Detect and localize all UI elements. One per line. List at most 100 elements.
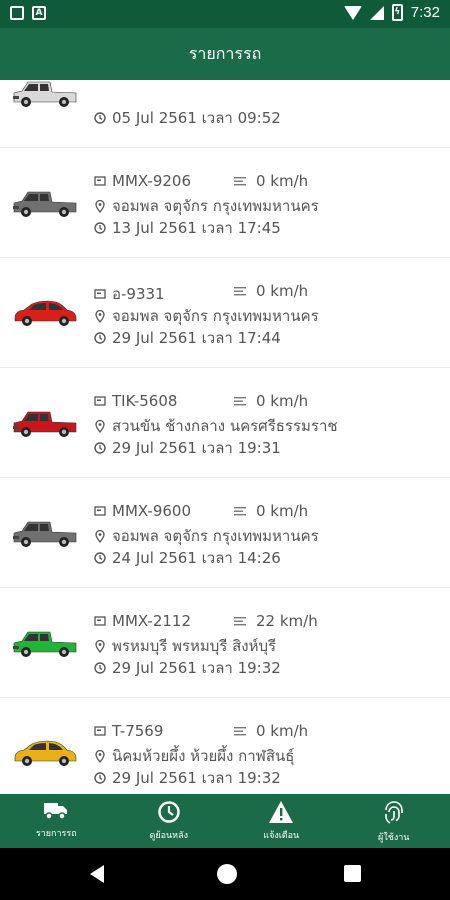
datetime-row: 29 Jul 2561 เวลา 19:32 <box>94 766 281 790</box>
vehicle-plate: MMX-9206 <box>112 172 191 190</box>
nav-label: ดูย้อนหลัง <box>149 831 189 841</box>
location-row: พรหมบุรี พรหมบุรี สิงห์บุรี <box>94 634 276 658</box>
recents-icon[interactable] <box>344 865 361 882</box>
speed-icon <box>234 722 246 740</box>
back-icon[interactable] <box>90 865 104 883</box>
speed-row: 0 km/h <box>234 392 308 410</box>
car-icon <box>13 631 77 657</box>
vehicle-plate: T-7569 <box>112 722 164 740</box>
datetime-row: 13 Jul 2561 เวลา 17:45 <box>94 216 281 240</box>
car-icon <box>13 191 77 217</box>
plate-icon <box>94 288 106 300</box>
speed-row: 0 km/h <box>234 722 308 740</box>
vehicle-plate: MMX-2112 <box>112 612 191 630</box>
clock-time: 7:32 <box>410 4 440 21</box>
vehicle-speed: 0 km/h <box>256 722 309 740</box>
speed-icon <box>234 172 246 190</box>
home-icon[interactable] <box>217 864 237 884</box>
speed-row: 0 km/h <box>234 172 308 190</box>
vehicle-location: พรหมบุรี พรหมบุรี สิงห์บุรี <box>112 637 277 655</box>
speed-icon <box>234 282 246 300</box>
plate-icon <box>94 395 106 407</box>
vehicle-plate: TIK-5608 <box>112 392 178 410</box>
location-pin-icon <box>94 639 106 653</box>
truck-icon <box>44 803 68 820</box>
location-pin-icon <box>94 309 106 323</box>
warning-icon <box>269 801 294 823</box>
vehicle-list[interactable]: 05 Jul 2561 เวลา 09:52 MMX-9206 0 km/h จอมพ… <box>0 80 450 794</box>
vehicle-card[interactable]: TIK-5608 0 km/h สวนขัน ช้างกลาง นครศรีธรรม… <box>0 368 450 478</box>
nav-label: แจ้งเตือน <box>263 831 300 841</box>
location-pin-icon <box>94 529 106 543</box>
speed-row: 0 km/h <box>234 502 308 520</box>
datetime-row: 29 Jul 2561 เวลา 19:31 <box>94 436 281 460</box>
vehicle-datetime: 29 Jul 2561 เวลา 19:31 <box>112 439 281 457</box>
plate-icon <box>94 175 106 187</box>
vehicle-card[interactable]: 05 Jul 2561 เวลา 09:52 <box>0 80 450 148</box>
plate-icon <box>94 505 106 517</box>
vehicle-location: นิคมห้วยผึ้ง ห้วยผึ้ง กาฬสินธุ์ <box>112 747 295 765</box>
time-icon <box>94 772 106 784</box>
app-bar: รายการรถ <box>0 28 450 80</box>
speed-row: 0 km/h <box>234 282 308 300</box>
vehicle-speed: 22 km/h <box>256 612 318 630</box>
clock-icon <box>158 801 180 823</box>
vehicle-datetime: 29 Jul 2561 เวลา 19:32 <box>112 769 281 787</box>
plate-row: TIK-5608 <box>94 392 177 410</box>
plate-row: อ-9331 <box>94 282 165 306</box>
datetime-row: 05 Jul 2561 เวลา 09:52 <box>94 106 281 130</box>
location-row: นิคมห้วยผึ้ง ห้วยผึ้ง กาฬสินธุ์ <box>94 744 294 768</box>
app-notification-icon: A <box>32 6 46 20</box>
vehicle-speed: 0 km/h <box>256 282 309 300</box>
sim-notification-icon <box>10 6 24 20</box>
speed-row: 22 km/h <box>234 612 318 630</box>
location-row: จอมพล จตุจักร กรุงเทพมหานคร <box>94 304 319 328</box>
plate-row: T-7569 <box>94 722 163 740</box>
plate-icon <box>94 725 106 737</box>
nav-item-vehicles[interactable]: รายการรถ <box>0 794 113 848</box>
vehicle-card[interactable]: MMX-9206 0 km/h จอมพล จตุจักร กรุงเทพมหานค… <box>0 148 450 258</box>
location-row: จอมพล จตุจักร กรุงเทพมหานคร <box>94 524 319 548</box>
nav-item-alerts[interactable]: แจ้งเตือน <box>225 794 338 848</box>
vehicle-card[interactable]: MMX-9600 0 km/h จอมพล จตุจักร กรุงเทพมหานค… <box>0 478 450 588</box>
datetime-row: 29 Jul 2561 เวลา 17:44 <box>94 326 281 350</box>
time-icon <box>94 112 106 124</box>
bottom-navigation: รายการรถ ดูย้อนหลัง แจ้งเตือน ผู้ใช้งาน <box>0 794 450 848</box>
vehicle-datetime: 24 Jul 2561 เวลา 14:26 <box>112 549 281 567</box>
time-icon <box>94 332 106 344</box>
time-icon <box>94 552 106 564</box>
nav-item-user[interactable]: ผู้ใช้งาน <box>338 794 450 848</box>
car-icon <box>14 300 77 326</box>
location-pin-icon <box>94 419 106 433</box>
speed-icon <box>234 502 246 520</box>
vehicle-datetime: 05 Jul 2561 เวลา 09:52 <box>112 109 281 127</box>
nav-label: ผู้ใช้งาน <box>378 833 410 843</box>
page-title: รายการรถ <box>188 44 262 63</box>
system-navigation-bar <box>0 848 450 900</box>
vehicle-location: จอมพล จตุจักร กรุงเทพมหานคร <box>112 197 319 215</box>
datetime-row: 29 Jul 2561 เวลา 19:32 <box>94 656 281 680</box>
vehicle-location: สวนขัน ช้างกลาง นครศรีธรรมราช <box>112 417 338 435</box>
signal-icon <box>369 5 384 20</box>
car-icon <box>13 81 77 107</box>
vehicle-card[interactable]: MMX-2112 22 km/h พรหมบุรี พรหมบุรี สิงห์บุ… <box>0 588 450 698</box>
car-icon <box>14 740 77 766</box>
car-icon <box>13 411 77 437</box>
vehicle-speed: 0 km/h <box>256 392 309 410</box>
time-icon <box>94 442 106 454</box>
vehicle-location: จอมพล จตุจักร กรุงเทพมหานคร <box>112 307 319 325</box>
battery-icon: ϟ <box>391 4 403 21</box>
datetime-row: 24 Jul 2561 เวลา 14:26 <box>94 546 281 570</box>
nav-label: รายการรถ <box>35 829 77 839</box>
vehicle-location: จอมพล จตุจักร กรุงเทพมหานคร <box>112 527 319 545</box>
fingerprint-icon <box>384 801 403 824</box>
location-pin-icon <box>94 199 106 213</box>
vehicle-card[interactable]: T-7569 0 km/h นิคมห้วยผึ้ง ห้วยผึ้ง กาฬสิน… <box>0 698 450 794</box>
vehicle-card[interactable]: อ-9331 0 km/h จอมพล จตุจักร กรุงเทพมหานคร 2… <box>0 258 450 368</box>
status-bar: A ϟ 7:32 <box>0 0 450 28</box>
speed-icon <box>234 392 246 410</box>
car-icon <box>13 521 77 547</box>
wifi-icon <box>343 5 362 20</box>
nav-item-history[interactable]: ดูย้อนหลัง <box>113 794 226 848</box>
location-pin-icon <box>94 749 106 763</box>
